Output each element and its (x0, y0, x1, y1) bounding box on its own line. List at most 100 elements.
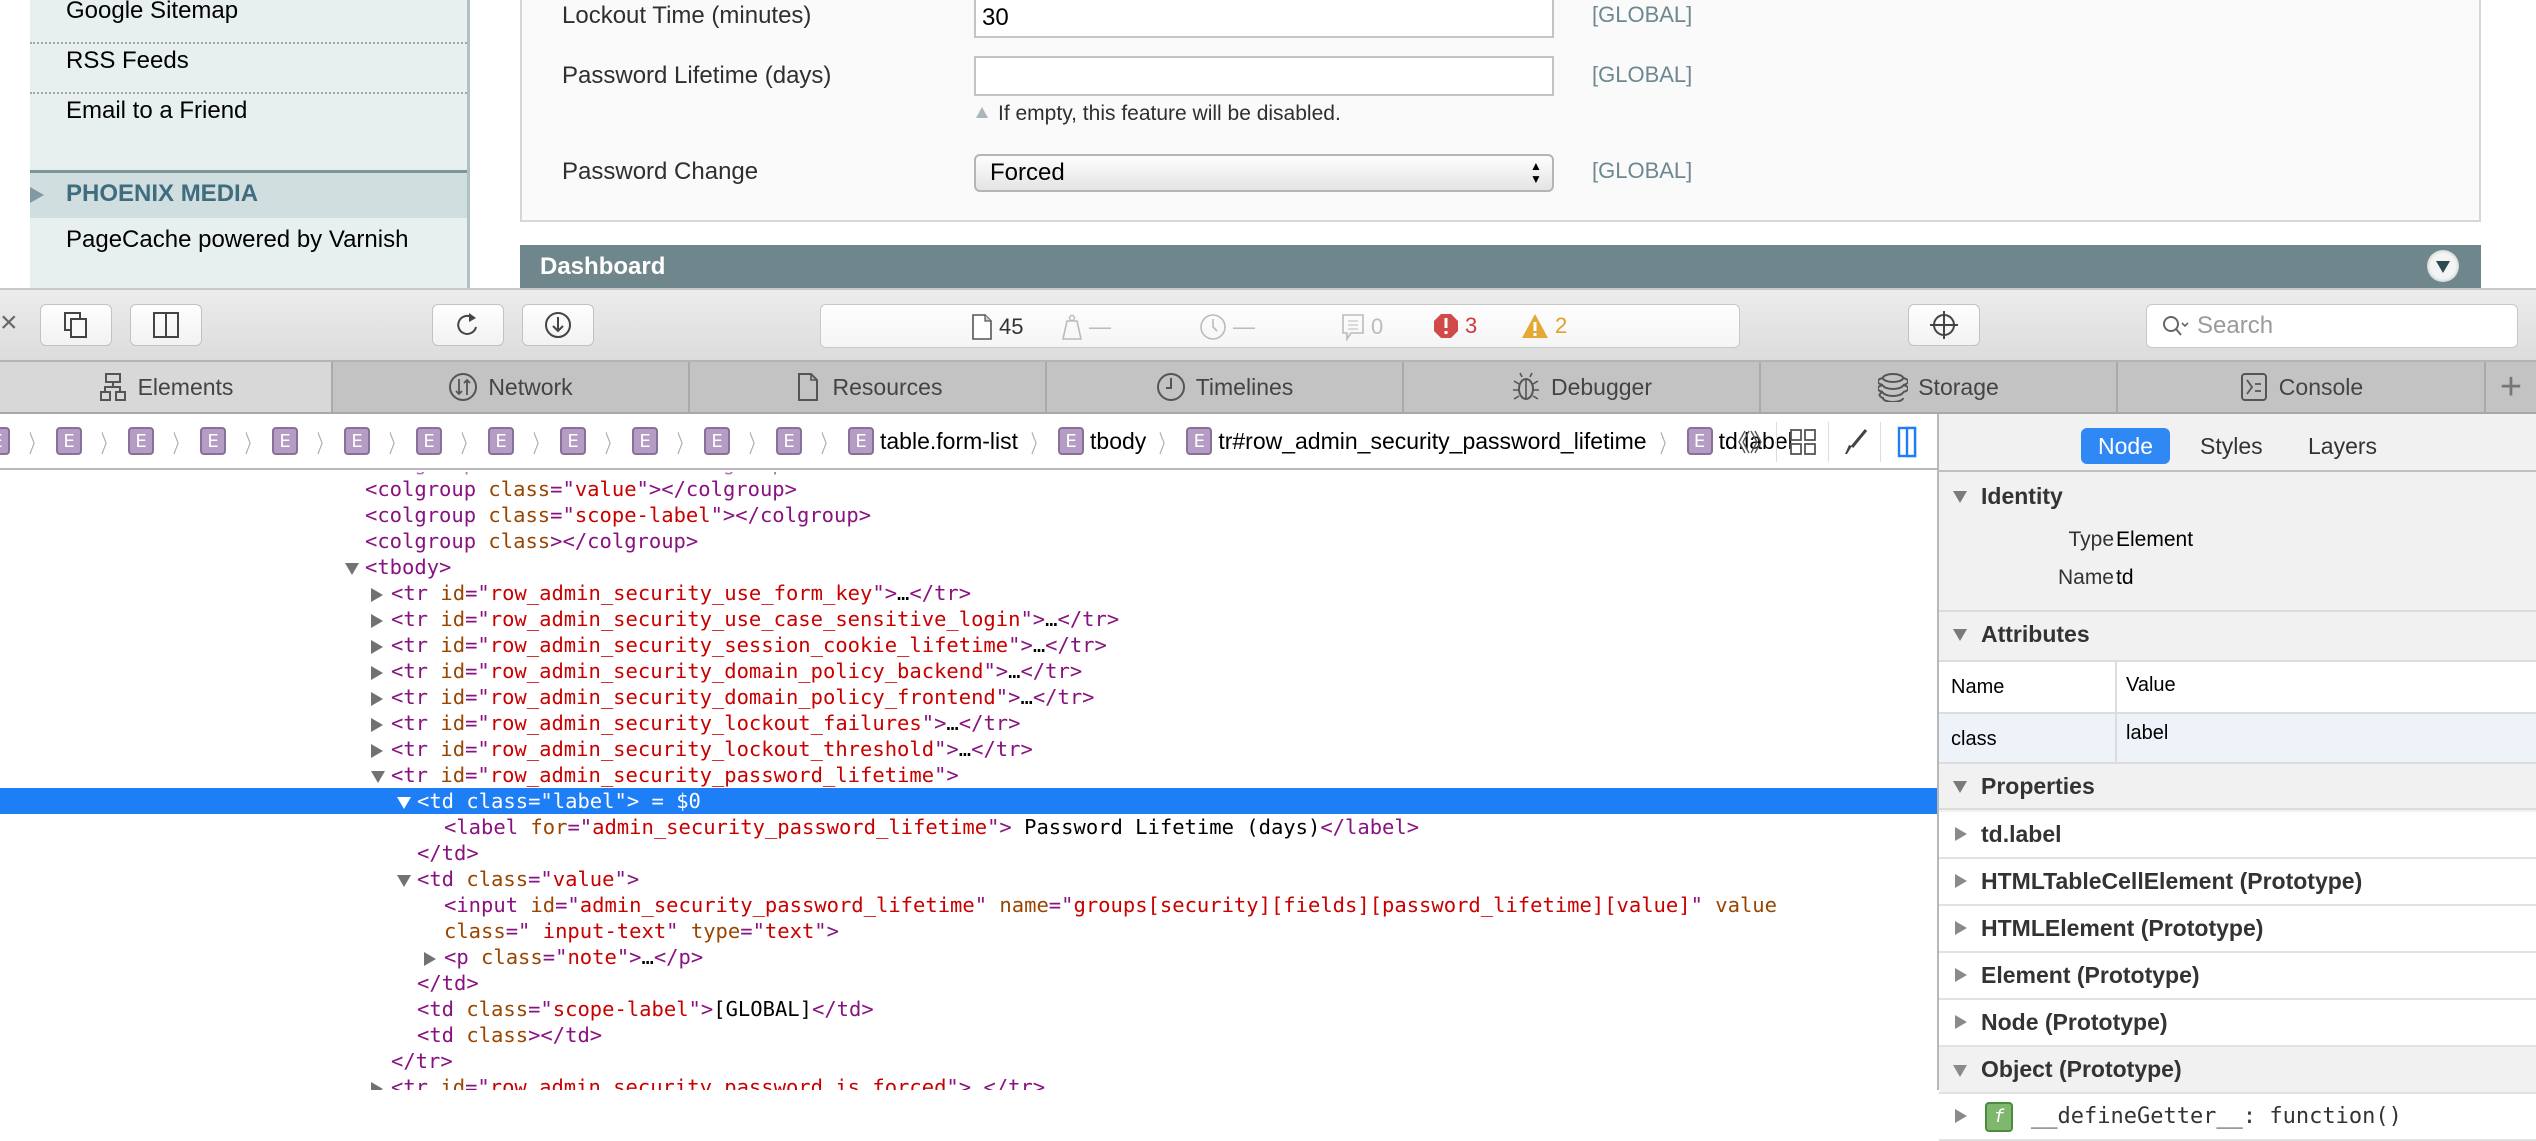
breadcrumb-item[interactable]: E〉 (0, 414, 56, 468)
breadcrumb-item[interactable]: E〉 (200, 414, 272, 468)
tab-network[interactable]: Network (333, 362, 690, 412)
add-tab-button[interactable]: + (2486, 362, 2536, 412)
disclosure-closed-icon[interactable] (424, 952, 436, 966)
dom-node[interactable]: <tbody> (0, 554, 1937, 580)
disclosure-closed-icon[interactable] (371, 666, 383, 680)
tab-elements[interactable]: Elements (0, 362, 333, 412)
inspector-search[interactable] (2146, 304, 2518, 348)
breadcrumb-item[interactable]: E〉 (416, 414, 488, 468)
show-shadow-dom-button[interactable] (1724, 422, 1776, 462)
dom-node[interactable]: <tr id="row_admin_security_domain_policy… (0, 684, 1937, 710)
password-change-select[interactable]: Forced ▲ ▼ (974, 154, 1554, 192)
disclosure-closed-icon[interactable] (371, 718, 383, 732)
disclosure-closed-icon[interactable] (371, 588, 383, 602)
disclosure-closed-icon[interactable] (371, 744, 383, 758)
load-time[interactable]: — (1199, 313, 1255, 341)
dom-node[interactable]: <td class="scope-label">[GLOBAL]</td> (0, 996, 1937, 1022)
collapse-toggle-icon[interactable] (2427, 250, 2459, 282)
sidebar-item-rss-feeds[interactable]: RSS Feeds (30, 44, 467, 94)
disclosure-closed-icon[interactable] (371, 614, 383, 628)
details-tab-node[interactable]: Node (2081, 428, 2170, 464)
tab-resources[interactable]: Resources (690, 362, 1047, 412)
log-count[interactable]: 0 (1341, 313, 1383, 341)
sidebar-item-email-to-a-friend[interactable]: Email to a Friend (30, 94, 467, 144)
sidebar-section-phoenix-media[interactable]: PHOENIX MEDIA (30, 170, 467, 218)
tab-storage[interactable]: Storage (1761, 362, 2118, 412)
breadcrumb-item[interactable]: E〉 (272, 414, 344, 468)
dom-node[interactable]: <td class></td> (0, 1022, 1937, 1048)
disclosure-open-icon[interactable] (345, 563, 359, 575)
dom-node[interactable]: <tr id="row_admin_security_lockout_thres… (0, 736, 1937, 762)
disclosure-closed-icon[interactable] (371, 640, 383, 654)
property-group[interactable]: Element (Prototype) (1939, 953, 2536, 1000)
tab-timelines[interactable]: Timelines (1047, 362, 1404, 412)
breadcrumb-item[interactable]: E〉 (560, 414, 632, 468)
attributes-section-header[interactable]: Attributes (1939, 612, 2536, 658)
breadcrumb-item[interactable]: E〉 (776, 414, 848, 468)
property-group[interactable]: HTMLElement (Prototype) (1939, 906, 2536, 953)
search-input[interactable] (2197, 311, 2497, 341)
dom-node[interactable]: </td> (0, 840, 1937, 866)
properties-section-header[interactable]: Properties (1939, 764, 2536, 810)
dom-node[interactable]: </td> (0, 970, 1937, 996)
layout-grid-button[interactable] (1776, 422, 1828, 462)
property-group[interactable]: td.label (1939, 812, 2536, 859)
dom-node[interactable]: <tr id="row_admin_security_domain_policy… (0, 658, 1937, 684)
identity-section-header[interactable]: Identity (1939, 474, 2536, 520)
close-inspector-button[interactable]: × (0, 308, 18, 338)
download-archive-button[interactable] (522, 304, 594, 346)
attribute-value[interactable]: label (2126, 722, 2168, 745)
breadcrumb-item[interactable]: E〉 (704, 414, 776, 468)
resource-count[interactable]: 45 (971, 313, 1023, 341)
dashboard-section-header[interactable]: Dashboard (520, 245, 2481, 288)
dom-node[interactable]: class=" input-text" type="text"> (0, 918, 1937, 944)
sidebar-item-pagecache[interactable]: PageCache powered by Varnish (30, 223, 467, 273)
dom-node[interactable]: <tr id="row_admin_security_lockout_failu… (0, 710, 1937, 736)
dom-node[interactable]: <tr id="row_admin_security_use_form_key"… (0, 580, 1937, 606)
dom-node[interactable]: <input id="admin_security_password_lifet… (0, 892, 1937, 918)
paint-flashing-button[interactable] (1828, 422, 1880, 462)
property-group[interactable]: HTMLTableCellElement (Prototype) (1939, 859, 2536, 906)
disclosure-closed-icon[interactable] (371, 692, 383, 706)
property-group[interactable]: Object (Prototype) (1939, 1047, 2536, 1094)
attribute-row[interactable]: class label (1939, 712, 2536, 762)
details-tab-layers[interactable]: Layers (2291, 428, 2394, 464)
reload-button[interactable] (432, 304, 504, 346)
disclosure-open-icon[interactable] (371, 771, 385, 783)
lockout-time-input[interactable] (974, 0, 1554, 38)
error-count[interactable]: 3 (1433, 313, 1477, 339)
dom-node[interactable]: <p class="note">…</p> (0, 944, 1937, 970)
dom-node[interactable]: <td class="value"> (0, 866, 1937, 892)
inspect-element-button[interactable] (1908, 304, 1980, 346)
dock-side-button[interactable] (130, 304, 202, 346)
warning-count[interactable]: 2 (1521, 313, 1567, 339)
sidebar-item-google-sitemap[interactable]: Google Sitemap (30, 0, 467, 44)
dom-node[interactable]: </tr> (0, 1048, 1937, 1074)
breadcrumb-item-table[interactable]: Etable.form-list 〉 (848, 414, 1058, 468)
dom-node[interactable]: <colgroup class="scope-label"></colgroup… (0, 502, 1937, 528)
dom-node-selected[interactable]: <td class="label"> = $0 (0, 788, 1937, 814)
tab-debugger[interactable]: Debugger (1404, 362, 1761, 412)
disclosure-open-icon[interactable] (397, 797, 411, 809)
resource-size[interactable]: — (1061, 313, 1111, 341)
property-function-item[interactable]: f __defineGetter__: function() (1939, 1094, 2536, 1141)
password-lifetime-input[interactable] (974, 56, 1554, 96)
breadcrumb-item[interactable]: E〉 (344, 414, 416, 468)
dom-node[interactable]: <colgroup class></colgroup> (0, 528, 1937, 554)
toggle-details-sidebar-button[interactable] (1880, 422, 1932, 462)
dom-node[interactable]: <tr id="row_admin_security_session_cooki… (0, 632, 1937, 658)
breadcrumb-item[interactable]: E〉 (632, 414, 704, 468)
tab-console[interactable]: Console (2118, 362, 2486, 412)
details-tab-styles[interactable]: Styles (2183, 428, 2280, 464)
undock-button[interactable] (40, 304, 112, 346)
dom-node[interactable]: <label for="admin_security_password_life… (0, 814, 1937, 840)
disclosure-closed-icon[interactable] (371, 1082, 383, 1090)
breadcrumb-item[interactable]: E〉 (488, 414, 560, 468)
disclosure-open-icon[interactable] (397, 875, 411, 887)
breadcrumb-item[interactable]: E〉 (128, 414, 200, 468)
breadcrumb-item-tr[interactable]: Etr#row_admin_security_password_lifetime… (1186, 414, 1686, 468)
dom-node[interactable]: <tr id="row_admin_security_use_case_sens… (0, 606, 1937, 632)
breadcrumb-item[interactable]: E〉 (56, 414, 128, 468)
dom-node[interactable]: <tr id="row_admin_security_password_life… (0, 762, 1937, 788)
property-group[interactable]: Node (Prototype) (1939, 1000, 2536, 1047)
